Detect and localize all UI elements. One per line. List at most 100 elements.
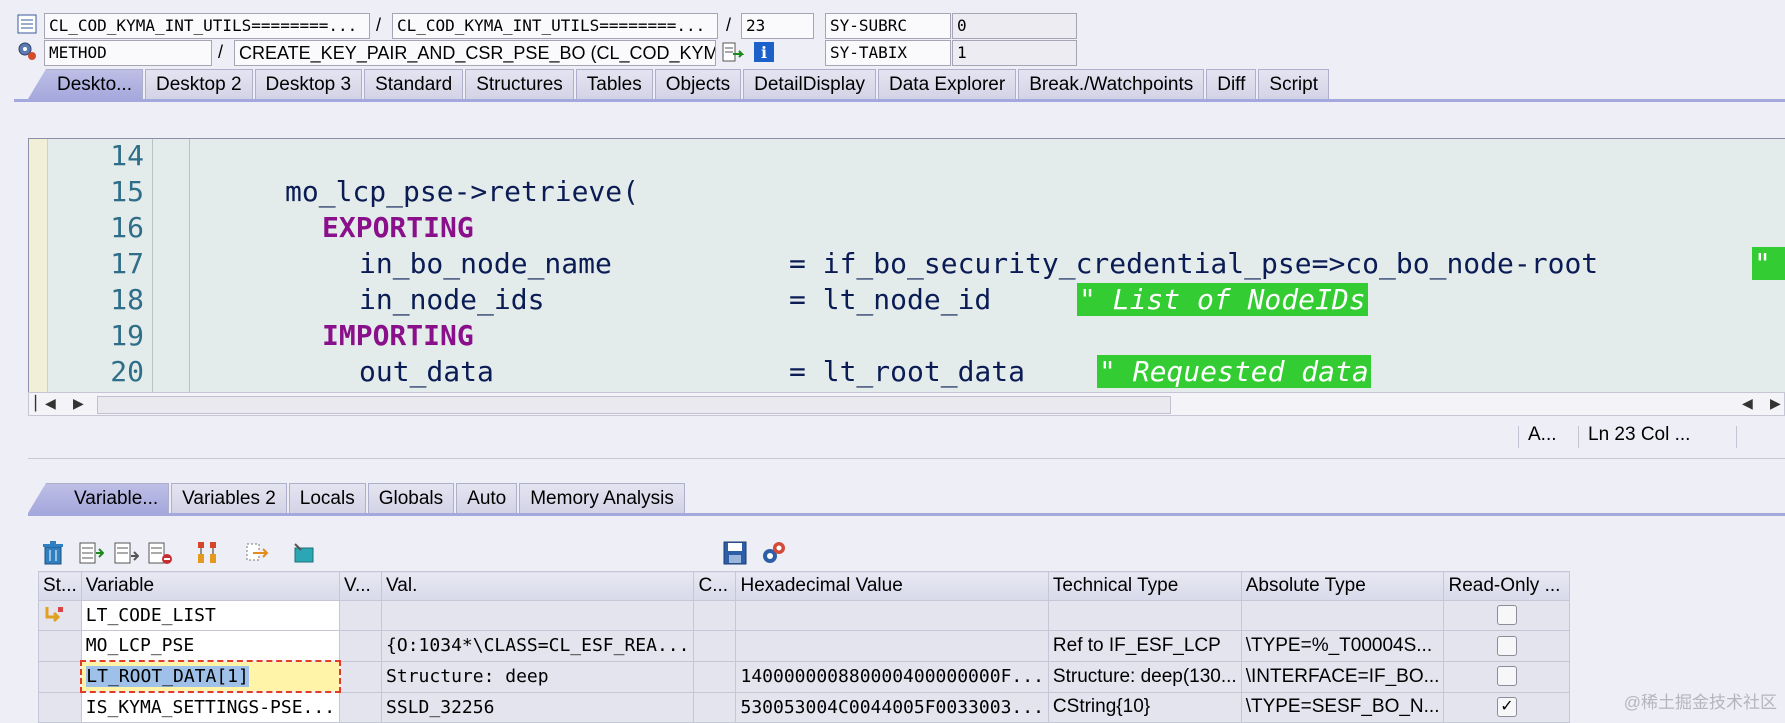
navigate-to-source-icon[interactable] bbox=[722, 42, 745, 64]
scroll-left-arrow-icon[interactable]: ◀ bbox=[1742, 395, 1753, 412]
column-header-read-only[interactable]: Read-Only ... bbox=[1443, 571, 1571, 601]
tab-diff[interactable]: Diff bbox=[1206, 69, 1257, 99]
table-row[interactable]: IS_KYMA_SETTINGS-PSE... SSLD_32256 53005… bbox=[38, 691, 1571, 723]
code-line-19-keyword: IMPORTING bbox=[322, 319, 474, 352]
program-field[interactable]: CL_COD_KYMA_INT_UTILS========... bbox=[44, 13, 370, 39]
table-row[interactable]: LT_CODE_LIST bbox=[38, 600, 1571, 631]
code-line-16-keyword: EXPORTING bbox=[322, 211, 474, 244]
cell-c bbox=[693, 660, 737, 693]
column-header-c[interactable]: C... bbox=[693, 571, 737, 601]
variable-name-selected[interactable]: LT_ROOT_DATA[1] bbox=[80, 660, 341, 693]
tab-desktop-3[interactable]: Desktop 3 bbox=[254, 69, 363, 99]
read-only-checkbox bbox=[1496, 635, 1517, 656]
expand-hierarchy-icon[interactable] bbox=[195, 540, 221, 566]
column-header-technical-type[interactable]: Technical Type bbox=[1047, 571, 1242, 601]
technical-type: CString{10} bbox=[1047, 691, 1242, 723]
read-only-cell bbox=[1443, 660, 1571, 693]
variable-value[interactable]: Structure: deep bbox=[381, 660, 695, 693]
sy-subrc-value: 0 bbox=[952, 13, 1077, 39]
services-icon[interactable] bbox=[761, 540, 787, 566]
scrollbar-thumb[interactable] bbox=[97, 396, 1171, 414]
absolute-type bbox=[1240, 600, 1445, 631]
column-header-v[interactable]: V... bbox=[339, 571, 383, 601]
tab-memory-analysis[interactable]: Memory Analysis bbox=[519, 483, 685, 513]
scroll-left-arrow-icon[interactable]: ◀ bbox=[45, 395, 56, 412]
technical-type bbox=[1047, 600, 1242, 631]
method-name-field[interactable]: CREATE_KEY_PAIR_AND_CSR_PSE_BO (CL_COD_K… bbox=[234, 40, 716, 66]
variable-value[interactable]: {O:1034*\CLASS=CL_ESF_REA... bbox=[381, 630, 695, 662]
new-variable-icon[interactable] bbox=[291, 540, 317, 566]
hex-value bbox=[735, 630, 1049, 662]
code-line-20-param: out_data bbox=[359, 355, 494, 388]
column-header-absolute-type[interactable]: Absolute Type bbox=[1240, 571, 1445, 601]
status-separator bbox=[1736, 426, 1737, 448]
tab-standard[interactable]: Standard bbox=[364, 69, 464, 99]
source-editor[interactable]: 14 15 16 17 18 19 20 mo_lcp_pse->retriev… bbox=[28, 138, 1785, 394]
hex-value bbox=[735, 600, 1049, 631]
column-header-status[interactable]: St... bbox=[38, 571, 82, 601]
absolute-type: \TYPE=SESF_BO_N... bbox=[1240, 691, 1445, 723]
variable-name-text: LT_ROOT_DATA[1] bbox=[86, 666, 249, 687]
tab-desktop-2[interactable]: Desktop 2 bbox=[144, 69, 253, 99]
delete-icon[interactable] bbox=[40, 540, 66, 566]
tab-structures[interactable]: Structures bbox=[465, 69, 574, 99]
save-icon[interactable] bbox=[722, 540, 748, 566]
table-row[interactable]: MO_LCP_PSE {O:1034*\CLASS=CL_ESF_REA... … bbox=[38, 630, 1571, 662]
separator: / bbox=[376, 15, 382, 35]
transfer-icon[interactable] bbox=[243, 540, 269, 566]
line-field[interactable]: 23 bbox=[741, 13, 814, 39]
tab-objects[interactable]: Objects bbox=[654, 69, 742, 99]
code-line-20-comment: " Requested data bbox=[1097, 355, 1371, 388]
variable-name[interactable]: LT_CODE_LIST bbox=[80, 600, 341, 631]
code-line-18-value: = lt_node_id bbox=[789, 283, 992, 316]
column-header-variable[interactable]: Variable bbox=[80, 571, 341, 601]
variable-name[interactable]: IS_KYMA_SETTINGS-PSE... bbox=[80, 691, 341, 723]
scroll-right-arrow-icon[interactable]: ▶ bbox=[73, 395, 84, 412]
include-field[interactable]: CL_COD_KYMA_INT_UTILS========... bbox=[392, 13, 718, 39]
row-selector[interactable] bbox=[38, 660, 82, 693]
tab-variables-1[interactable]: Variable... bbox=[28, 483, 170, 513]
watermark: @稀土掘金技术社区 bbox=[1623, 693, 1777, 712]
table-row[interactable]: LT_ROOT_DATA[1] Structure: deep 14000000… bbox=[38, 660, 1571, 693]
variable-value[interactable] bbox=[381, 600, 695, 631]
read-only-cell bbox=[1443, 600, 1571, 631]
tab-auto[interactable]: Auto bbox=[456, 483, 518, 513]
sy-tabix-value: 1 bbox=[952, 40, 1077, 66]
row-selector[interactable] bbox=[38, 630, 82, 662]
remove-row-icon[interactable] bbox=[147, 540, 173, 566]
variables-table: St... Variable V... Val. C... Hexadecima… bbox=[38, 571, 1571, 723]
tab-variables-2[interactable]: Variables 2 bbox=[171, 483, 287, 513]
read-only-cell bbox=[1443, 630, 1571, 662]
editor-horizontal-scrollbar[interactable]: ▏ ◀ ▶ ◀ ▶ bbox=[28, 392, 1785, 416]
insert-row-icon[interactable] bbox=[78, 540, 105, 566]
tab-data-explorer[interactable]: Data Explorer bbox=[878, 69, 1017, 99]
tab-tables[interactable]: Tables bbox=[575, 69, 653, 99]
column-header-value[interactable]: Val. bbox=[381, 571, 695, 601]
column-header-hex[interactable]: Hexadecimal Value bbox=[735, 571, 1049, 601]
variable-value[interactable]: SSLD_32256 bbox=[381, 691, 695, 723]
row-selector[interactable] bbox=[38, 600, 82, 631]
tab-detail-display[interactable]: DetailDisplay bbox=[743, 69, 877, 99]
variable-name[interactable]: MO_LCP_PSE bbox=[80, 630, 341, 662]
tab-desktop-1[interactable]: Deskto... bbox=[28, 69, 143, 99]
sy-subrc-label: SY-SUBRC bbox=[825, 13, 951, 39]
tab-globals[interactable]: Globals bbox=[367, 483, 455, 513]
tab-breakpoints[interactable]: Break./Watchpoints bbox=[1018, 69, 1205, 99]
row-selector[interactable] bbox=[38, 691, 82, 723]
hex-value: 530053004C0044005F0033003... bbox=[735, 691, 1049, 723]
tab-script[interactable]: Script bbox=[1258, 69, 1329, 99]
info-icon[interactable]: i bbox=[753, 41, 775, 63]
tab-locals[interactable]: Locals bbox=[288, 483, 366, 513]
breakpoint-gutter[interactable] bbox=[29, 139, 48, 393]
cursor-position: Ln 23 Col ... bbox=[1588, 424, 1691, 445]
editor-status-bar: A... Ln 23 Col ... bbox=[28, 416, 1785, 459]
absolute-type: \INTERFACE=IF_BO... bbox=[1240, 660, 1445, 693]
append-row-icon[interactable] bbox=[113, 540, 140, 566]
code-line-17-param: in_bo_node_name bbox=[359, 247, 612, 280]
absolute-type: \TYPE=%_T00004S... bbox=[1240, 630, 1445, 662]
debug-arrow-icon bbox=[45, 607, 63, 623]
code-line-15: mo_lcp_pse->retrieve( bbox=[285, 175, 640, 208]
code-line-17-value: = if_bo_security_credential_pse=>co_bo_n… bbox=[789, 247, 1599, 280]
scroll-right-arrow-icon[interactable]: ▶ bbox=[1770, 395, 1781, 412]
cell-c bbox=[693, 691, 737, 723]
